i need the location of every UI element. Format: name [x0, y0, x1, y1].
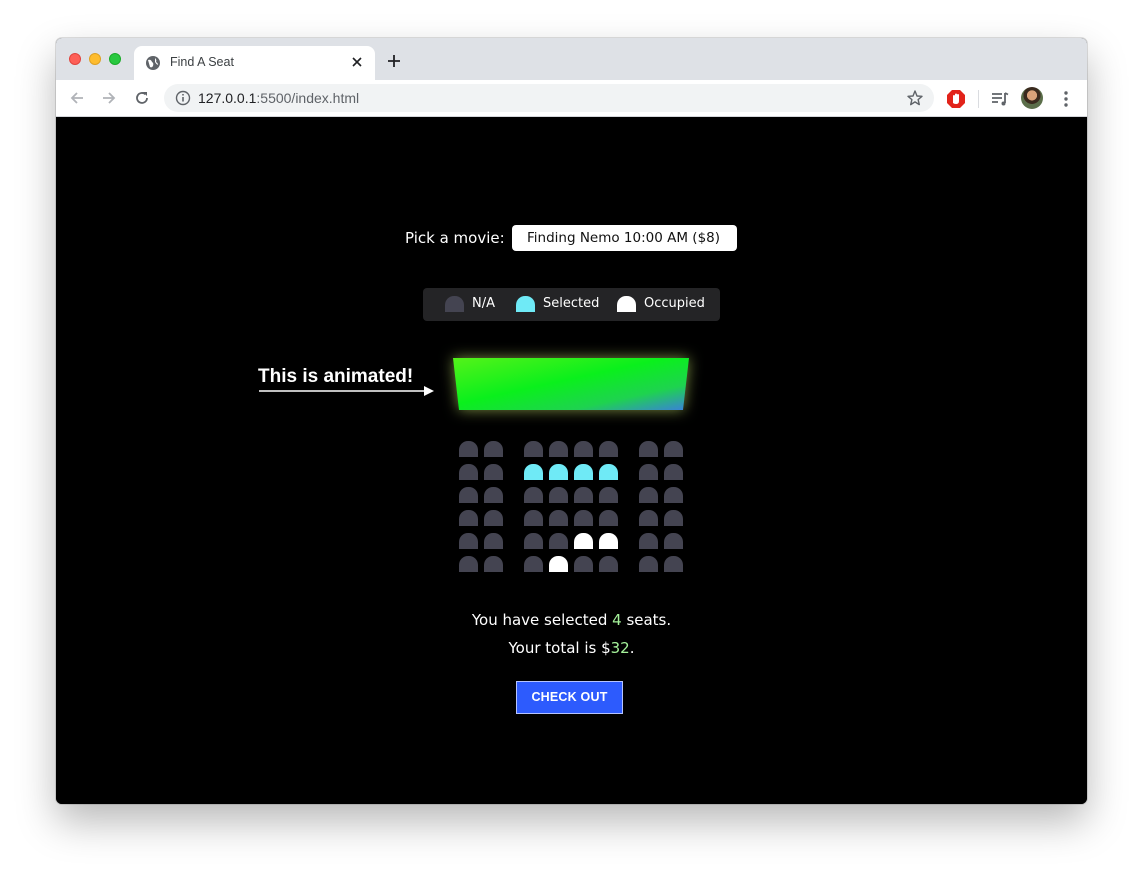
summary-prefix-2: Your total is $	[508, 639, 611, 657]
browser-window: Find A Seat 127.0.0.1:5500/index.html Pi…	[56, 38, 1087, 804]
summary-suffix-1: seats.	[621, 611, 672, 629]
seat-selected[interactable]	[549, 464, 568, 480]
maximize-window-button[interactable]	[109, 53, 121, 65]
seat-na[interactable]	[524, 510, 543, 526]
seat-na[interactable]	[484, 556, 503, 572]
seat-na[interactable]	[549, 441, 568, 457]
seat-na[interactable]	[484, 464, 503, 480]
seat-selected-icon	[516, 296, 535, 312]
selected-count: 4	[612, 611, 622, 629]
seat-na[interactable]	[484, 533, 503, 549]
seat-na[interactable]	[524, 487, 543, 503]
seat-na[interactable]	[484, 441, 503, 457]
seat-na[interactable]	[599, 487, 618, 503]
browser-toolbar: 127.0.0.1:5500/index.html	[56, 80, 1087, 117]
url-path: :5500/index.html	[256, 90, 360, 106]
seat-na[interactable]	[459, 441, 478, 457]
seat-na[interactable]	[664, 510, 683, 526]
seat-na[interactable]	[664, 556, 683, 572]
seat-grid	[459, 441, 689, 573]
minimize-window-button[interactable]	[89, 53, 101, 65]
checkout-button[interactable]: CHECK OUT	[516, 681, 623, 714]
seat-na[interactable]	[459, 556, 478, 572]
seat-na[interactable]	[459, 464, 478, 480]
seat-na[interactable]	[599, 556, 618, 572]
seat-na[interactable]	[664, 487, 683, 503]
legend-occupied-label: Occupied	[644, 296, 705, 311]
forward-arrow-icon[interactable]	[100, 89, 118, 107]
url-host: 127.0.0.1	[198, 90, 257, 106]
movie-label: Pick a movie:	[405, 229, 505, 247]
url-text: 127.0.0.1:5500/index.html	[198, 90, 359, 106]
seat-na[interactable]	[639, 556, 658, 572]
seat-na[interactable]	[639, 441, 658, 457]
tab-strip: Find A Seat	[56, 38, 1087, 80]
address-bar[interactable]: 127.0.0.1:5500/index.html	[164, 84, 934, 112]
seat-na[interactable]	[574, 556, 593, 572]
seat-na[interactable]	[574, 441, 593, 457]
movie-screen	[449, 354, 693, 418]
seat-na[interactable]	[664, 533, 683, 549]
page-content: Pick a movie: Finding Nemo 10:00 AM ($8)…	[56, 117, 1087, 804]
seat-na[interactable]	[664, 464, 683, 480]
seat-na[interactable]	[524, 556, 543, 572]
seat-na[interactable]	[574, 510, 593, 526]
selected-count-text: You have selected 4 seats.	[56, 611, 1087, 629]
back-arrow-icon[interactable]	[68, 89, 86, 107]
profile-avatar[interactable]	[1021, 87, 1043, 109]
seat-selected[interactable]	[524, 464, 543, 480]
media-queue-icon[interactable]	[990, 89, 1010, 109]
reload-icon[interactable]	[133, 89, 151, 107]
seat-na[interactable]	[484, 510, 503, 526]
seat-na[interactable]	[639, 487, 658, 503]
seat-na[interactable]	[459, 487, 478, 503]
seat-na[interactable]	[459, 510, 478, 526]
screen-shape	[453, 358, 689, 410]
seat-legend: N/A Selected Occupied	[423, 288, 720, 321]
close-tab-icon[interactable]	[349, 54, 365, 70]
seat-na[interactable]	[599, 510, 618, 526]
seat-occupied	[549, 556, 568, 572]
seat-na[interactable]	[574, 487, 593, 503]
legend-selected-label: Selected	[543, 296, 600, 311]
total-price: 32	[610, 639, 630, 657]
seat-na[interactable]	[664, 441, 683, 457]
seat-occupied	[574, 533, 593, 549]
seat-na[interactable]	[639, 464, 658, 480]
seat-na[interactable]	[524, 533, 543, 549]
new-tab-icon[interactable]	[386, 53, 402, 69]
info-icon[interactable]	[175, 90, 191, 106]
tab-find-a-seat[interactable]: Find A Seat	[134, 46, 375, 80]
toolbar-separator	[978, 90, 979, 108]
arrow-right-icon	[259, 386, 434, 396]
seat-selected[interactable]	[574, 464, 593, 480]
seat-na-icon	[445, 296, 464, 312]
close-window-button[interactable]	[69, 53, 81, 65]
globe-icon	[146, 56, 160, 70]
seat-na[interactable]	[599, 441, 618, 457]
seat-na[interactable]	[639, 533, 658, 549]
tab-title: Find A Seat	[170, 55, 234, 69]
seat-occupied	[599, 533, 618, 549]
summary-suffix-2: .	[629, 639, 635, 657]
more-options-icon[interactable]	[1056, 89, 1076, 109]
seat-na[interactable]	[484, 487, 503, 503]
summary-prefix-1: You have selected	[471, 611, 613, 629]
seat-na[interactable]	[459, 533, 478, 549]
seat-na[interactable]	[549, 487, 568, 503]
seat-selected[interactable]	[599, 464, 618, 480]
seat-na[interactable]	[639, 510, 658, 526]
adblock-extension-icon[interactable]	[946, 89, 966, 109]
seat-na[interactable]	[524, 441, 543, 457]
seat-na[interactable]	[549, 510, 568, 526]
seat-na[interactable]	[549, 533, 568, 549]
seat-occupied-icon	[617, 296, 636, 312]
total-price-text: Your total is $32.	[56, 639, 1087, 657]
movie-select[interactable]: Finding Nemo 10:00 AM ($8)	[512, 225, 737, 251]
bookmark-star-icon[interactable]	[906, 89, 924, 107]
legend-na-label: N/A	[472, 296, 495, 311]
